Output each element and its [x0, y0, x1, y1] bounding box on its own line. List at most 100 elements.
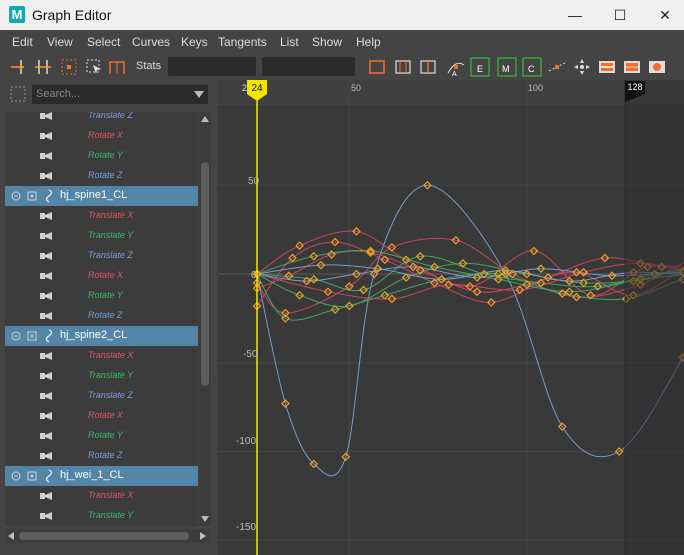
timeline-label-50: 50 — [351, 83, 361, 93]
lattice-icon[interactable] — [59, 57, 79, 77]
clamped-tangent-icon[interactable]: M — [497, 57, 517, 77]
y-tick-50: 50 — [248, 176, 260, 187]
maya-logo-icon: M — [9, 6, 25, 23]
key-icon — [40, 212, 52, 220]
outliner-attribute-row[interactable]: Translate X — [5, 486, 198, 506]
outliner-node-row[interactable]: hj_wei_1_CL — [5, 466, 198, 486]
move-key-icon[interactable] — [8, 57, 28, 77]
horizontal-scroll-thumb[interactable] — [19, 532, 189, 540]
attribute-label: Rotate Y — [88, 150, 123, 160]
y-tick-neg150: -150 — [236, 522, 256, 533]
vertical-scroll-thumb[interactable] — [201, 162, 209, 386]
window-title: Graph Editor — [32, 7, 112, 23]
outliner-attribute-row[interactable]: Translate Y — [5, 226, 198, 246]
key-icon — [40, 432, 52, 440]
vertical-scrollbar[interactable] — [199, 112, 211, 526]
y-tick-0: 0 — [251, 270, 257, 281]
collapse-icon[interactable] — [11, 331, 21, 341]
collapse-icon[interactable] — [11, 191, 21, 201]
node-label: hj_spine1_CL — [60, 189, 128, 201]
svg-text:A: A — [452, 71, 457, 77]
outliner-node-row[interactable]: hj_spine1_CL — [5, 186, 198, 206]
chevron-down-icon[interactable] — [194, 91, 204, 98]
expand-icon[interactable] — [27, 191, 37, 201]
menu-view[interactable]: View — [47, 35, 73, 49]
menu-edit[interactable]: Edit — [12, 35, 33, 49]
menu-show[interactable]: Show — [312, 35, 342, 49]
key-icon — [40, 452, 52, 460]
graph-view[interactable]: 24 2 50 100 128 50 0 -50 -100 -150 — [218, 80, 684, 555]
outliner-attribute-row[interactable]: Rotate Y — [5, 146, 198, 166]
stats-field-1[interactable] — [168, 57, 256, 76]
attribute-label: Translate Y — [88, 510, 134, 520]
key-icon — [40, 312, 52, 320]
frame-playback-icon[interactable] — [393, 57, 413, 77]
stats-field-2[interactable] — [262, 57, 355, 76]
attribute-label: Rotate Z — [88, 310, 123, 320]
minimize-button[interactable]: — — [552, 0, 598, 30]
menu-help[interactable]: Help — [356, 35, 381, 49]
menu-tangents[interactable]: Tangents — [218, 35, 267, 49]
break-tangent-icon[interactable] — [547, 57, 567, 77]
linear-tangent-icon[interactable]: C — [522, 57, 542, 77]
scroll-left-icon[interactable] — [8, 532, 14, 540]
expand-icon[interactable] — [27, 471, 37, 481]
outliner-attribute-row[interactable]: Translate Y — [5, 506, 198, 526]
menu-list[interactable]: List — [280, 35, 299, 49]
outliner-attribute-row[interactable]: Translate Y — [5, 366, 198, 386]
outliner-attribute-row[interactable]: Translate X — [5, 346, 198, 366]
graph-canvas[interactable]: 24 2 50 100 128 50 0 -50 -100 -150 — [218, 80, 684, 555]
region-select-icon[interactable] — [84, 57, 104, 77]
dope-sheet-icon[interactable] — [647, 57, 667, 77]
outliner-attribute-row[interactable]: Translate Z — [5, 112, 198, 126]
expand-icon[interactable] — [27, 331, 37, 341]
normalize-icon[interactable] — [597, 57, 617, 77]
insert-key-icon[interactable] — [33, 57, 53, 77]
outliner-attribute-row[interactable]: Rotate Z — [5, 166, 198, 186]
maximize-button[interactable]: ☐ — [597, 0, 643, 30]
collapse-icon[interactable] — [11, 471, 21, 481]
key-icon — [40, 272, 52, 280]
key-icon — [40, 152, 52, 160]
outliner-attribute-row[interactable]: Rotate X — [5, 126, 198, 146]
outliner-attribute-row[interactable]: Rotate Z — [5, 306, 198, 326]
outliner-attribute-row[interactable]: Translate Z — [5, 246, 198, 266]
key-icon — [40, 112, 52, 120]
key-icon — [40, 372, 52, 380]
attribute-label: Rotate Z — [88, 170, 123, 180]
close-button[interactable]: ✕ — [642, 0, 684, 30]
outliner-attribute-row[interactable]: Rotate Y — [5, 426, 198, 446]
key-icon — [40, 292, 52, 300]
menu-select[interactable]: Select — [87, 35, 120, 49]
auto-tangent-icon[interactable]: A — [446, 57, 466, 77]
denormalize-icon[interactable] — [622, 57, 642, 77]
node-label: hj_spine2_CL — [60, 329, 128, 341]
spline-tangent-icon[interactable]: E — [470, 57, 490, 77]
menu-curves[interactable]: Curves — [132, 35, 170, 49]
horizontal-scrollbar[interactable] — [5, 529, 210, 543]
outliner-list: Translate Z Rotate X Rotate Y Rotate Z hj_sp… — [5, 112, 198, 526]
attribute-label: Rotate X — [88, 410, 124, 420]
outliner-node-row[interactable]: hj_spine2_CL — [5, 326, 198, 346]
menu-keys[interactable]: Keys — [181, 35, 208, 49]
center-current-icon[interactable] — [418, 57, 438, 77]
attribute-label: Rotate Y — [88, 430, 123, 440]
outliner-icon[interactable] — [10, 86, 26, 102]
scroll-down-icon[interactable] — [201, 516, 209, 522]
outliner-attribute-row[interactable]: Translate X — [5, 206, 198, 226]
current-frame-label: 24 — [251, 83, 263, 94]
outliner-attribute-row[interactable]: Rotate Z — [5, 446, 198, 466]
search-input[interactable]: Search... — [32, 85, 208, 104]
outliner-attribute-row[interactable]: Rotate X — [5, 406, 198, 426]
outliner-attribute-row[interactable]: Rotate X — [5, 266, 198, 286]
key-icon — [40, 252, 52, 260]
outliner-attribute-row[interactable]: Translate Z — [5, 386, 198, 406]
buffer-curve-icon[interactable] — [107, 57, 127, 77]
scroll-right-icon[interactable] — [200, 532, 206, 540]
unify-tangent-icon[interactable] — [572, 57, 592, 77]
toolbar: Stats A E M C — [0, 54, 684, 80]
outliner-attribute-row[interactable]: Rotate Y — [5, 286, 198, 306]
frame-all-icon[interactable] — [367, 57, 387, 77]
attribute-label: Rotate X — [88, 130, 124, 140]
scroll-up-icon[interactable] — [201, 116, 209, 122]
